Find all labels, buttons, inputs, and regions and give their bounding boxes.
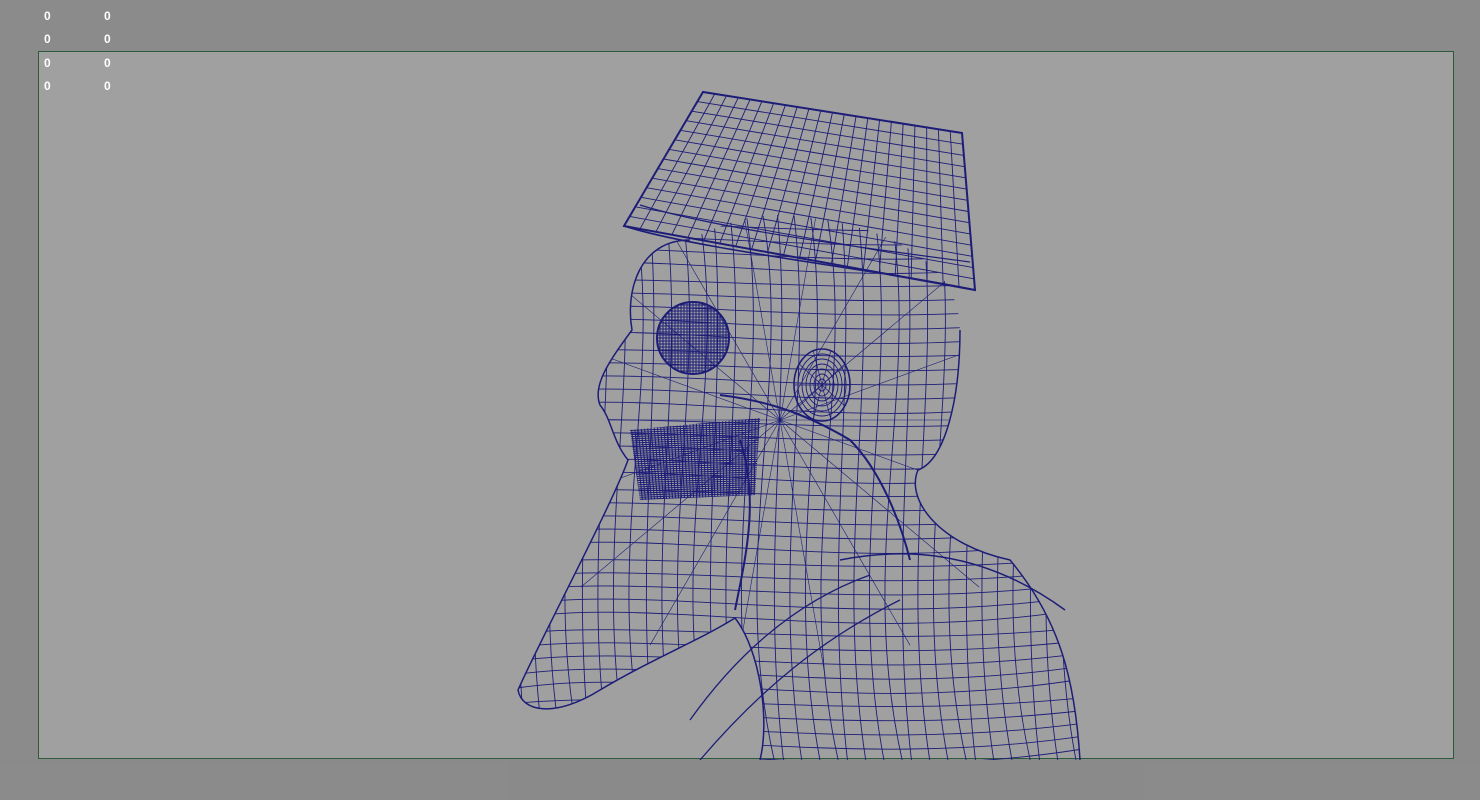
hud-value: 0 [44, 55, 51, 70]
heads-up-display: 0 0 0 0 0 0 0 0 [44, 4, 164, 98]
hud-value: 0 [104, 55, 111, 70]
hud-value: 0 [44, 79, 51, 94]
hud-value: 0 [44, 32, 51, 47]
hud-row: 0 0 [44, 51, 164, 75]
hud-value: 0 [104, 32, 111, 47]
hud-row: 0 0 [44, 75, 164, 99]
hud-value: 0 [104, 79, 111, 94]
hud-value: 0 [44, 8, 51, 23]
wireframe-model[interactable] [0, 0, 1480, 800]
wire-mesh [517, 90, 1081, 761]
hud-value: 0 [104, 8, 111, 23]
hud-row: 0 0 [44, 28, 164, 52]
3d-viewport[interactable]: 0 0 0 0 0 0 0 0 [0, 0, 1480, 800]
hud-row: 0 0 [44, 4, 164, 28]
